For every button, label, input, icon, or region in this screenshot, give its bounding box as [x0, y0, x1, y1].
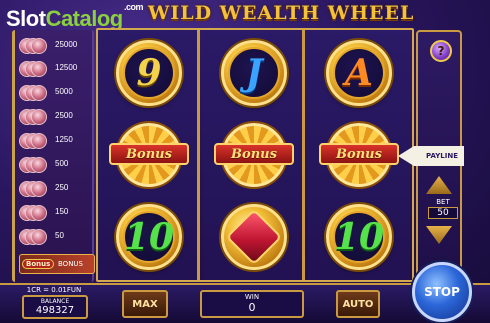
symbol-ten: 10	[123, 211, 175, 263]
bet-display: BET 50	[428, 198, 458, 219]
symbol-ace: A	[333, 47, 385, 99]
paytable-row: 250	[19, 179, 95, 199]
reel-symbol: 9	[104, 34, 194, 112]
stop-button[interactable]: STOP	[412, 262, 472, 322]
paytable-coin-icon	[19, 61, 53, 77]
balance-value: 498327	[35, 305, 75, 316]
paytable-row: 150	[19, 203, 95, 223]
bet-value: 50	[428, 207, 458, 219]
reel-symbol: Bonus	[314, 116, 404, 194]
paytable-coin-icon	[19, 85, 53, 101]
paytable-coin-icon	[19, 133, 53, 149]
help-button[interactable]: ?	[430, 40, 452, 62]
credit-rate: 1CR = 0.01FUN	[26, 286, 82, 294]
paytable-row: 1250	[19, 131, 95, 151]
paytable-row: 500	[19, 155, 95, 175]
bonus-badge-icon: Bonus	[22, 259, 55, 269]
reel-symbol: 10	[104, 198, 194, 276]
paytable-coin-icon	[19, 38, 53, 54]
paytable-coin-icon	[19, 109, 53, 125]
autoplay-button[interactable]: AUTO	[336, 290, 380, 318]
win-display: WIN 0	[200, 290, 304, 318]
symbol-bonus: Bonus	[319, 143, 399, 165]
balance-display: BALANCE 498327	[22, 295, 88, 319]
reel-symbol: A	[314, 34, 404, 112]
paytable-row: 12500	[19, 59, 95, 79]
reels-area: 9 Bonus 10 J Bonus A Bonus 10	[96, 28, 414, 282]
reel-3: A Bonus 10	[308, 30, 410, 280]
symbol-jack: J	[228, 47, 280, 99]
reel-1: 9 Bonus 10	[98, 30, 200, 280]
max-bet-button[interactable]: MAX	[122, 290, 168, 318]
paytable-row: 2500	[19, 107, 95, 127]
reel-symbol: Bonus	[104, 116, 194, 194]
paytable-row: 5000	[19, 83, 95, 103]
reel-symbol: Bonus	[209, 116, 299, 194]
game-title: WILD WEALTH WHEEL	[148, 2, 415, 24]
ruby-gem-icon	[221, 204, 287, 270]
symbol-ten: 10	[333, 211, 385, 263]
reel-symbol: 10	[314, 198, 404, 276]
reel-symbol: J	[209, 34, 299, 112]
symbol-bonus: Bonus	[214, 143, 294, 165]
paytable: 25000 12500 5000 2500 1250 500 250 150 5…	[12, 30, 95, 282]
paytable-coin-icon	[19, 205, 53, 221]
win-value: 0	[248, 301, 256, 314]
reel-2: J Bonus	[203, 30, 305, 280]
paytable-row: 50	[19, 227, 95, 247]
symbol-bonus: Bonus	[109, 143, 189, 165]
paytable-coin-icon	[19, 181, 53, 197]
reel-symbol	[209, 198, 299, 276]
paytable-row: 25000	[19, 36, 95, 56]
paytable-coin-icon	[19, 229, 53, 245]
paytable-coin-icon	[19, 157, 53, 173]
symbol-nine: 9	[123, 47, 175, 99]
paytable-bonus-row: Bonus BONUS	[19, 254, 95, 274]
